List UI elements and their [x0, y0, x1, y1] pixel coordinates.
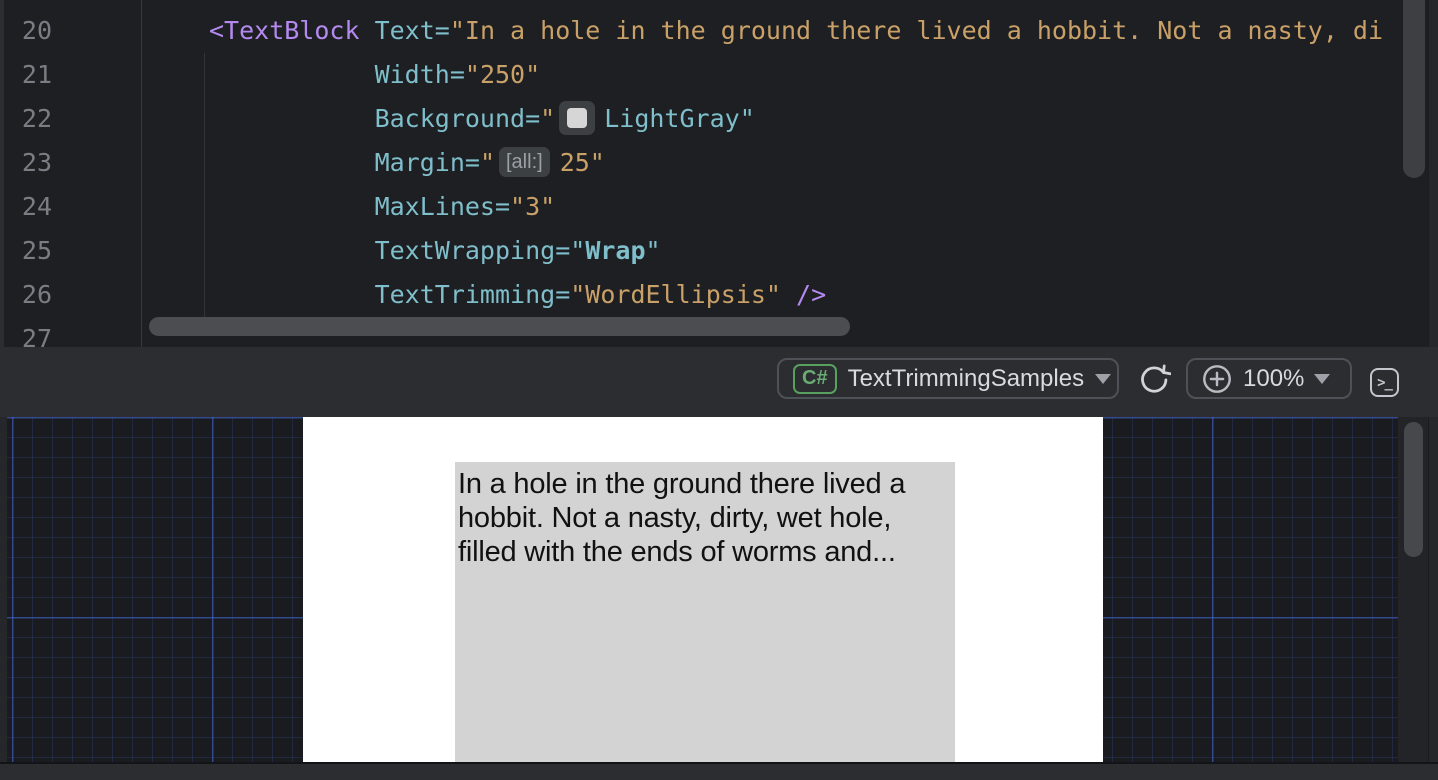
code-token: "WordEllipsis" [570, 280, 781, 309]
csharp-file-icon: C# [793, 364, 837, 394]
code-token: Margin= [375, 148, 480, 177]
editor-vertical-scrollbar[interactable] [1403, 0, 1425, 178]
terminal-button[interactable]: >_ [1370, 368, 1399, 397]
indent-guide-line [204, 53, 205, 321]
line-number: 26 [0, 273, 52, 317]
code-token: Width= [375, 60, 465, 89]
line-number: 21 [0, 53, 52, 97]
color-swatch-inlay [559, 101, 595, 135]
zoom-in-icon [1201, 363, 1233, 395]
textblock-line: filled with the ends of worms and... [458, 535, 955, 569]
terminal-prompt-icon: >_ [1377, 375, 1392, 391]
preview-toolbar: C# TextTrimmingSamples 100% >_ [0, 347, 1438, 417]
code-token [209, 280, 375, 309]
code-token: 25" [560, 148, 605, 177]
code-token [209, 60, 375, 89]
zoom-level-dropdown[interactable]: 100% [1186, 358, 1352, 399]
editor-line: 23 Margin="[all:] 25" [0, 141, 1438, 185]
rendered-textblock: In a hole in the ground there lived a ho… [455, 462, 955, 762]
code-token: Background= [375, 104, 541, 133]
line-number: 23 [0, 141, 52, 185]
code-token [209, 104, 375, 133]
code-token: TextTrimming= [375, 280, 571, 309]
line-number: 24 [0, 185, 52, 229]
chevron-down-icon [1314, 374, 1330, 384]
line-number: 27 [0, 317, 52, 347]
previewed-project-label: TextTrimmingSamples [848, 365, 1085, 393]
textblock-line: hobbit. Not a nasty, dirty, wet hole, [458, 501, 955, 535]
code-token: TextWrapping= [375, 236, 571, 265]
code-token: "In a hole in the ground there lived a h… [450, 16, 1383, 45]
preview-right-strip [1429, 417, 1438, 762]
inlay-hint-badge: [all:] [499, 147, 550, 177]
code-token [209, 148, 375, 177]
code-line[interactable]: Background="LightGray" [142, 97, 1438, 141]
refresh-preview-button[interactable] [1136, 363, 1172, 399]
previewed-project-dropdown[interactable]: C# TextTrimmingSamples [777, 358, 1119, 399]
line-number: 25 [0, 229, 52, 273]
design-preview-pane: In a hole in the ground there lived a ho… [0, 417, 1438, 762]
code-token: Wrap [585, 236, 645, 265]
editor-right-strip [1429, 0, 1438, 347]
code-token [360, 16, 375, 45]
editor-line: 25 TextWrapping="Wrap" [0, 229, 1438, 273]
code-line[interactable]: MaxLines="3" [142, 185, 1438, 229]
code-line[interactable]: TextWrapping="Wrap" [142, 229, 1438, 273]
code-token: " [540, 104, 555, 133]
editor-line: 24 MaxLines="3" [0, 185, 1438, 229]
code-line[interactable]: Margin="[all:] 25" [142, 141, 1438, 185]
preview-left-edge [0, 417, 7, 762]
code-token [781, 280, 796, 309]
refresh-icon [1137, 364, 1171, 398]
code-token: " [646, 236, 661, 265]
code-token [209, 192, 375, 221]
chevron-down-icon [1095, 374, 1111, 384]
code-line[interactable]: <TextBlock Text="In a hole in the ground… [142, 9, 1438, 53]
code-token [209, 236, 375, 265]
code-token: <TextBlock [209, 16, 360, 45]
code-token: MaxLines= [375, 192, 510, 221]
code-token: " [740, 104, 755, 133]
code-token: " [570, 236, 585, 265]
editor-horizontal-scrollbar[interactable] [149, 317, 850, 336]
code-token: "3" [510, 192, 555, 221]
code-token: Text= [375, 16, 450, 45]
line-number: 22 [0, 97, 52, 141]
code-line[interactable]: TextTrimming="WordEllipsis" /> [142, 273, 1438, 317]
preview-canvas: In a hole in the ground there lived a ho… [303, 417, 1103, 762]
editor-line: 20 <TextBlock Text="In a hole in the grou… [0, 9, 1438, 53]
editor-line: 26 TextTrimming="WordEllipsis" /> [0, 273, 1438, 317]
ide-window: 20<TextBlock Text="In a hole in the grou… [0, 0, 1438, 780]
code-line[interactable]: Width="250" [142, 53, 1438, 97]
zoom-level-value: 100% [1243, 365, 1304, 393]
gutter-divider [141, 0, 142, 347]
xaml-editor[interactable]: 20 <TextBlock Text="In a hole in the grou… [0, 0, 1438, 347]
preview-vertical-scrollbar[interactable] [1404, 422, 1423, 557]
code-token: " [480, 148, 495, 177]
code-token: LightGray [604, 104, 739, 133]
textblock-line: In a hole in the ground there lived a [458, 467, 955, 501]
swatch-color [567, 108, 587, 128]
bottom-panel-strip [0, 762, 1438, 780]
code-token: "250" [465, 60, 540, 89]
editor-line: 21 Width="250" [0, 53, 1438, 97]
line-number: 20 [0, 9, 52, 53]
code-token: /> [796, 280, 826, 309]
editor-line: 22 Background="LightGray" [0, 97, 1438, 141]
